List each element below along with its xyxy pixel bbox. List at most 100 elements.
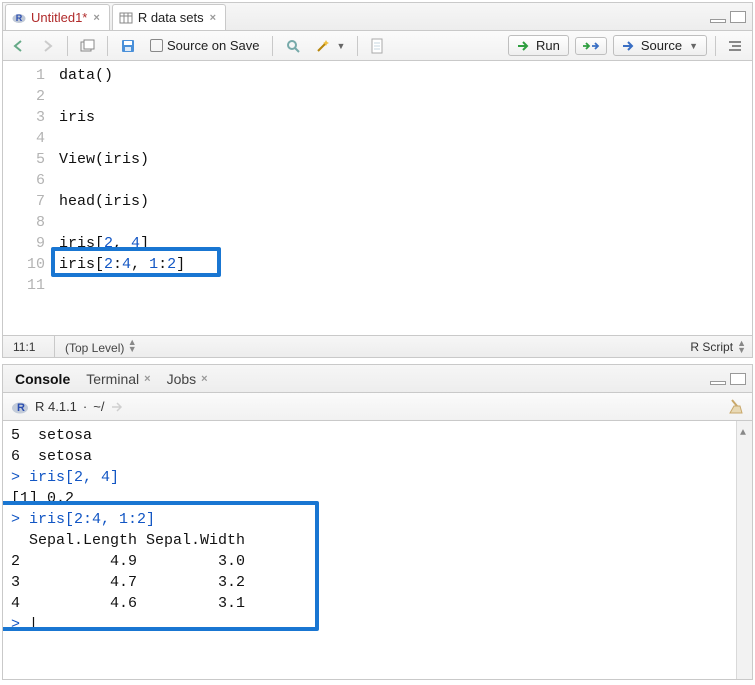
code-line: iris[2:4, 1:2] xyxy=(59,254,752,275)
source-on-save-label: Source on Save xyxy=(167,38,260,53)
arrow-right-icon xyxy=(41,40,55,52)
svg-text:R: R xyxy=(17,402,25,414)
console-output-line: 6 setosa xyxy=(11,446,752,467)
console-prompt: > | xyxy=(11,614,752,635)
source-button[interactable]: Source ▼ xyxy=(613,35,707,56)
find-button[interactable] xyxy=(281,36,305,56)
clear-console-button[interactable] xyxy=(726,398,744,416)
console-input-line: > iris[2, 4] xyxy=(11,467,752,488)
expand-path-icon[interactable] xyxy=(110,401,124,413)
editor[interactable]: 1234567891011 data() iris View(iris) head(i… xyxy=(3,61,752,335)
console-output[interactable]: 5 setosa6 setosa> iris[2, 4][1] 0.2> iri… xyxy=(3,421,752,679)
rerun-icon xyxy=(582,40,600,52)
tab-untitled1[interactable]: R Untitled1* × xyxy=(5,4,110,30)
scope-label: (Top Level) xyxy=(65,341,124,355)
chevron-down-icon: ▼ xyxy=(689,41,698,51)
code-line: head(iris) xyxy=(59,191,752,212)
forward-button[interactable] xyxy=(37,38,59,54)
tab-label: Terminal xyxy=(86,371,139,387)
table-icon xyxy=(119,11,133,25)
code-line: View(iris) xyxy=(59,149,752,170)
code-line: data() xyxy=(59,65,752,86)
pane-window-controls xyxy=(710,3,752,30)
code-line: iris[2, 4] xyxy=(59,233,752,254)
code-line xyxy=(59,86,752,107)
tab-label: R data sets xyxy=(138,10,204,25)
close-icon[interactable]: × xyxy=(92,12,100,24)
source-tabbar: R Untitled1* × R data sets × xyxy=(3,3,752,31)
code-line xyxy=(59,212,752,233)
scope-selector[interactable]: (Top Level) ▲▼ xyxy=(55,339,147,355)
console-output-line: 5 setosa xyxy=(11,425,752,446)
disk-icon xyxy=(120,38,136,54)
code-body[interactable]: data() iris View(iris) head(iris) iris[2, 4]… xyxy=(55,61,752,335)
popup-icon xyxy=(80,39,95,53)
code-line: iris xyxy=(59,107,752,128)
back-button[interactable] xyxy=(9,38,31,54)
run-arrow-icon xyxy=(517,41,531,51)
tab-label: Console xyxy=(15,371,70,387)
code-line xyxy=(59,170,752,191)
source-toolbar: Source on Save ▼ Run Source ▼ xyxy=(3,31,752,61)
separator xyxy=(715,36,716,56)
r-file-icon: R xyxy=(12,11,26,25)
code-tools-button[interactable]: ▼ xyxy=(311,36,350,56)
outline-button[interactable] xyxy=(724,37,746,55)
r-logo-icon: R xyxy=(11,398,29,416)
language-label: R Script xyxy=(690,340,733,354)
chevron-down-icon: ▼ xyxy=(337,41,346,51)
tab-label: Untitled1* xyxy=(31,10,87,25)
source-label: Source xyxy=(641,38,682,53)
console-pane: Console Terminal × Jobs × R R 4.1.1 · ~/ xyxy=(2,364,753,680)
close-icon[interactable]: × xyxy=(201,373,207,385)
tab-terminal[interactable]: Terminal × xyxy=(78,367,158,391)
cursor-position: 11:1 xyxy=(3,336,55,357)
separator xyxy=(107,36,108,56)
maximize-icon[interactable] xyxy=(730,373,746,385)
minimize-icon[interactable] xyxy=(710,19,726,23)
run-button[interactable]: Run xyxy=(508,35,569,56)
console-output-line: Sepal.Length Sepal.Width xyxy=(11,530,752,551)
svg-text:R: R xyxy=(16,13,23,23)
close-icon[interactable]: × xyxy=(209,12,217,24)
maximize-icon[interactable] xyxy=(730,11,746,23)
wand-icon xyxy=(315,38,331,54)
notebook-icon xyxy=(370,38,384,54)
r-version-label: R 4.1.1 xyxy=(35,399,77,414)
console-output-line: 4 4.6 3.1 xyxy=(11,593,752,614)
line-gutter: 1234567891011 xyxy=(3,61,55,335)
console-toolbar: R R 4.1.1 · ~/ xyxy=(3,393,752,421)
minimize-icon[interactable] xyxy=(710,381,726,385)
checkbox-icon xyxy=(150,39,163,52)
separator xyxy=(272,36,273,56)
arrow-left-icon xyxy=(13,40,27,52)
rerun-button[interactable] xyxy=(575,37,607,55)
show-in-new-window-button[interactable] xyxy=(76,37,99,55)
console-output-line: [1] 0.2 xyxy=(11,488,752,509)
scrollbar[interactable] xyxy=(736,421,752,679)
separator xyxy=(357,36,358,56)
tab-label: Jobs xyxy=(167,371,197,387)
tab-jobs[interactable]: Jobs × xyxy=(159,367,216,391)
console-output-line: 2 4.9 3.0 xyxy=(11,551,752,572)
source-pane: R Untitled1* × R data sets × xyxy=(2,2,753,358)
scroll-up-icon[interactable] xyxy=(739,423,751,437)
dot: · xyxy=(83,399,87,414)
pane-window-controls xyxy=(710,365,752,392)
console-output-line: 3 4.7 3.2 xyxy=(11,572,752,593)
separator xyxy=(67,36,68,56)
tab-r-data-sets[interactable]: R data sets × xyxy=(112,4,226,30)
tab-console[interactable]: Console xyxy=(7,367,78,391)
save-button[interactable] xyxy=(116,36,140,56)
outline-icon xyxy=(728,39,742,53)
compile-report-button[interactable] xyxy=(366,36,388,56)
search-icon xyxy=(285,38,301,54)
working-dir-label: ~/ xyxy=(93,399,104,414)
source-on-save-toggle[interactable]: Source on Save xyxy=(146,36,264,55)
language-selector[interactable]: R Script ▲▼ xyxy=(690,340,752,354)
code-line xyxy=(59,275,752,296)
run-label: Run xyxy=(536,38,560,53)
updown-icon: ▲▼ xyxy=(737,340,746,354)
updown-icon: ▲▼ xyxy=(128,339,137,353)
close-icon[interactable]: × xyxy=(144,373,150,385)
